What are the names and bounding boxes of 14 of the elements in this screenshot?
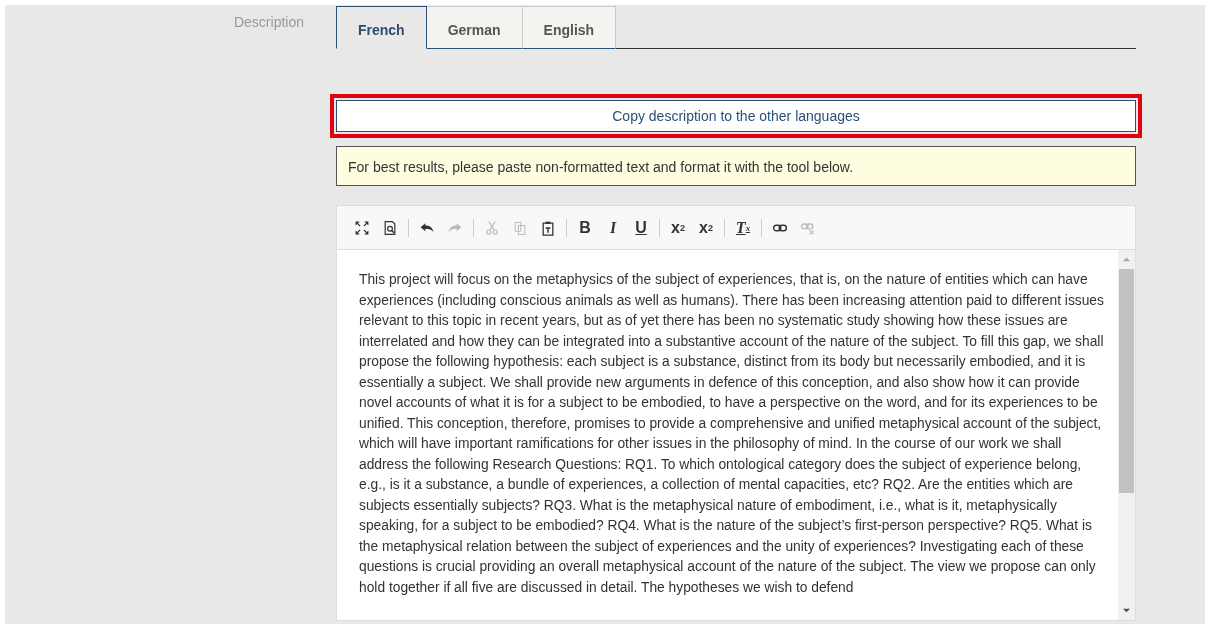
language-tab[interactable]: German xyxy=(425,6,523,49)
scroll-up-icon[interactable] xyxy=(1122,255,1131,264)
editor-text[interactable]: This project will focus on the metaphysics of the subject of experiences, that is, on the nature of entities which can have experiences (including conscious animals as well as humans). There has been increasing attention paid to different issues relevant to this topic in recent years, but as of yet there has been no systematic study showing how these issues are interrelated and how they can be integrated into a substantive account of the nature of the subject. To fill this gap, we shall propose the following hypothesis: each subject is a substance, distinct from its body but necessarily embodied, and it is essentially a subject. We shall provide new arguments in defence of this conception, and also show how it can provide novel accounts of what it is for a subject to be embodied, to have a perspective on the word, and for its experiences to be unified. This conception, therefore, promises to provide a comprehensive and unified metaphysical account of the subject, which will have important ramifications for other issues in the philosophy of mind. In the course of our work we shall address the following Research Questions: RQ1. To which ontological category does the subject of experience belong, e.g., is it a substance, a bundle of experiences, a collection of mental capacities, etc? RQ2. Are the entities which are subjects essentially subjects? RQ3. What is the metaphysical nature of embodiment, i.e., what is it, metaphysically speaking, for a subject to be embodied? RQ4. What is the nature of the subject’s first-person perspective? RQ5. What is the metaphysical relation between the subject of experiences and the unity of experiences? Investigating each of these questions is crucial providing an overall metaphysical account of the nature of the subject. The view we propose can only hold together if all five are discussed in detail. The hypotheses we wish to defend xyxy=(359,270,1106,598)
format-button[interactable]: U xyxy=(628,216,654,239)
scrollbar[interactable] xyxy=(1118,250,1135,620)
format-button[interactable]: B xyxy=(572,216,598,239)
language-tab[interactable]: French xyxy=(336,6,427,49)
field-label: Description xyxy=(233,14,304,31)
language-tab[interactable]: English xyxy=(521,6,617,49)
scrollbar-thumb[interactable] xyxy=(1119,269,1134,493)
notice-message: For best results, please paste non-formatted text and format it with the tool below. xyxy=(336,146,1136,186)
scroll-down-icon[interactable] xyxy=(1122,606,1131,615)
format-button[interactable]: I xyxy=(600,216,626,239)
copy-button[interactable]: Copy description to the other languages xyxy=(336,100,1136,132)
